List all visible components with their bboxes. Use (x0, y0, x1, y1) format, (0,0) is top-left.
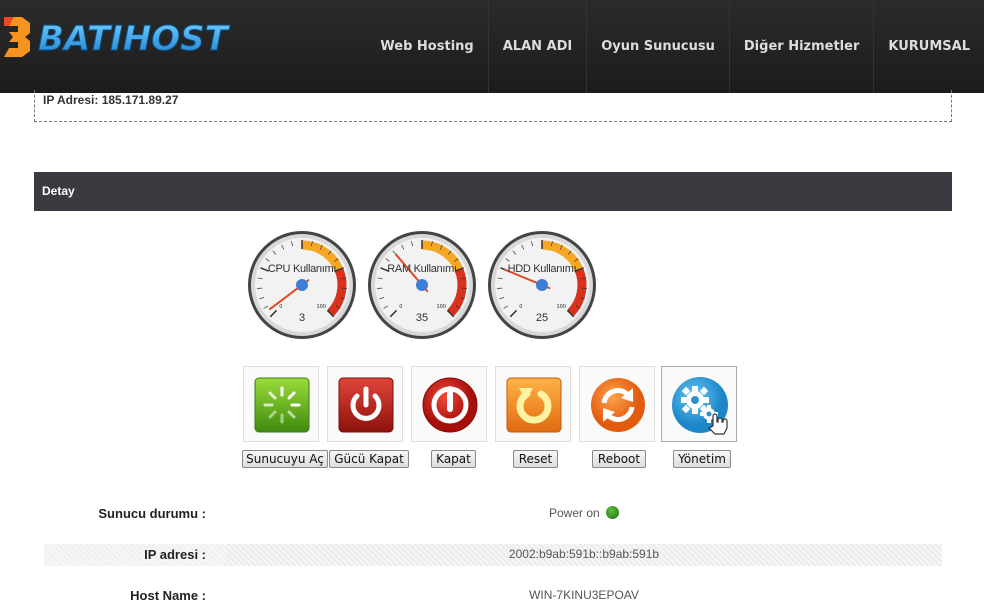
reset-icon (506, 377, 562, 433)
power-on-tile[interactable] (243, 366, 319, 442)
cpu-gauge-value: 3 (298, 312, 306, 324)
reset-button[interactable]: Reset (513, 450, 558, 468)
nav-alan-adi[interactable]: ALAN ADI (487, 0, 587, 93)
main-nav: Web Hosting ALAN ADI Oyun Sunucusu Diğer… (366, 0, 984, 93)
status-indicator-icon (606, 506, 620, 519)
cpu-gauge: 0 100 CPU Kullanımı 3 (247, 230, 357, 340)
host-label: Host Name : (130, 588, 206, 600)
shutdown-button[interactable]: Kapat (431, 450, 476, 468)
reset-tile[interactable] (495, 366, 571, 442)
reboot-icon (591, 378, 645, 432)
status-value-cell: Power on (226, 506, 942, 520)
hdd-gauge-value: 25 (535, 312, 549, 324)
shutdown-icon (422, 377, 478, 433)
gauge-hub (416, 279, 428, 291)
ram-gauge-label: RAM Kullanımı (387, 263, 457, 275)
power-off-tile[interactable] (327, 366, 403, 442)
ram-gauge: 0 100 RAM Kullanımı 35 (367, 230, 477, 340)
cpu-gauge-label: CPU Kullanımı (267, 263, 337, 275)
gear-icon (672, 377, 728, 435)
batihost-logo[interactable]: BATIHOST (2, 12, 232, 62)
gauge-hub (296, 279, 308, 291)
shutdown-tile[interactable] (411, 366, 487, 442)
ip-label: IP adresi : (144, 547, 206, 562)
hdd-gauge-label: HDD Kullanımı (507, 263, 577, 275)
nav-kurumsal[interactable]: KURUMSAL (873, 0, 984, 93)
nav-web-hosting[interactable]: Web Hosting (366, 0, 487, 93)
nav-diger-hizmetler[interactable]: Diğer Hizmetler (728, 0, 873, 93)
ip-address-text: IP Adresi: 185.171.89.27 (43, 93, 179, 107)
ip-value: 2002:b9ab:591b::b9ab:591b (226, 544, 942, 566)
ram-gauge-value: 35 (415, 312, 429, 324)
nav-oyun-sunucusu[interactable]: Oyun Sunucusu (586, 0, 729, 93)
management-tile[interactable] (661, 366, 737, 442)
detay-header: Detay (34, 172, 952, 211)
svg-text:BATIHOST: BATIHOST (38, 19, 231, 59)
hdd-gauge: 0 100 HDD Kullanımı 25 (487, 230, 597, 340)
gauge-min-label: 0 (279, 304, 282, 310)
gauge-max-label: 100 (436, 304, 446, 310)
status-label: Sunucu durumu : (98, 506, 206, 521)
ip-row: IP adresi : 2002:b9ab:591b::b9ab:591b (44, 544, 942, 566)
status-value: Power on (548, 506, 600, 520)
host-value: WIN-7KINU3EPOAV (529, 588, 639, 600)
management-button[interactable]: Yönetim (673, 450, 731, 468)
gauge-min-label: 0 (399, 304, 402, 310)
power-on-button[interactable]: Sunucuyu Aç (242, 450, 328, 468)
site-header: BATIHOST Web Hosting ALAN ADI Oyun Sunuc… (0, 0, 984, 93)
power-on-icon (254, 377, 310, 433)
power-off-button[interactable]: Gücü Kapat (329, 450, 409, 468)
host-row: Host Name : WIN-7KINU3EPOAV (44, 585, 942, 600)
status-row: Sunucu durumu : Power on (44, 503, 942, 525)
reboot-button[interactable]: Reboot (592, 450, 646, 468)
ip-address-box: IP Adresi: 185.171.89.27 (34, 90, 952, 122)
power-off-icon (338, 377, 394, 433)
reboot-tile[interactable] (579, 366, 655, 442)
gauge-hub (536, 279, 548, 291)
gauge-min-label: 0 (519, 304, 522, 310)
detay-title: Detay (42, 184, 75, 198)
gauge-max-label: 100 (316, 304, 326, 310)
gauge-max-label: 100 (556, 304, 566, 310)
